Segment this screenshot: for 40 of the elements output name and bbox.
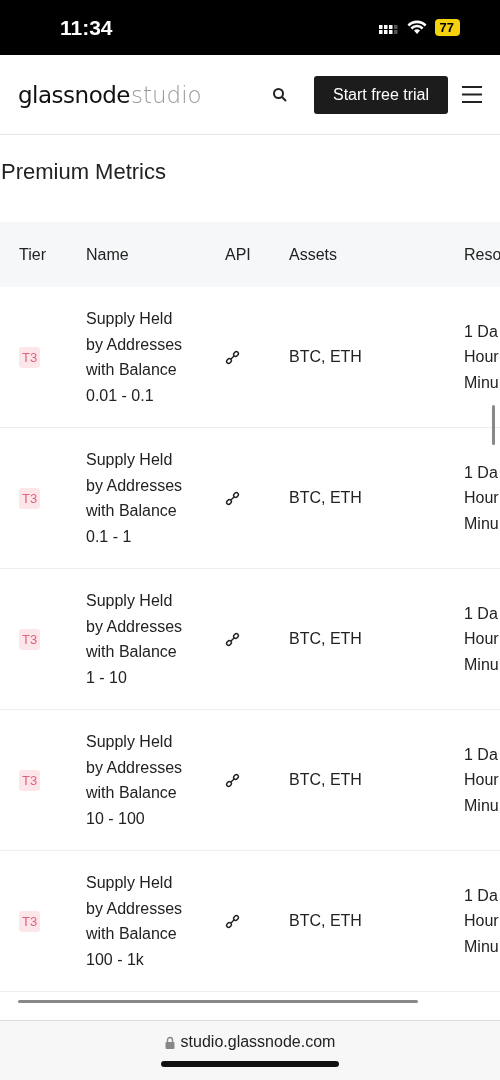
- tier-tag: T3: [19, 628, 41, 650]
- logo-subtitle: studio: [130, 81, 202, 108]
- tier-tag: T3: [19, 487, 41, 509]
- tier-tag: T3: [19, 346, 41, 368]
- resolution-cell-text: 1 Da Hour Minu: [464, 744, 500, 816]
- tier-tag: T3: [19, 769, 41, 791]
- column-header: Name: [86, 245, 130, 264]
- metric-name[interactable]: Supply Held by Addresses with Balance 1 - 10: [86, 588, 225, 690]
- link-icon[interactable]: [225, 349, 240, 365]
- column-header: Tier: [19, 245, 47, 264]
- column-header: Assets: [289, 245, 338, 264]
- wifi-icon: [406, 20, 427, 35]
- url-bar[interactable]: studio.glassnode.com: [164, 1033, 336, 1051]
- assets-cell-text: BTC, ETH: [289, 911, 363, 932]
- assets-cell-text: BTC, ETH: [289, 629, 363, 650]
- resolution-cell-text: 1 Da Hour Minu: [464, 321, 500, 393]
- metric-name[interactable]: Supply Held by Addresses with Balance 10 - 100: [86, 729, 225, 831]
- resolution-cell-text: 1 Da Hour Minu: [464, 462, 500, 534]
- assets-cell-text: BTC, ETH: [289, 770, 363, 791]
- logo-wordmark[interactable]: glassnode: [18, 81, 130, 108]
- page-title: Premium Metrics: [1, 159, 167, 186]
- assets-cell-text: BTC, ETH: [289, 488, 363, 509]
- battery-level: 77: [434, 19, 460, 36]
- metric-name[interactable]: Supply Held by Addresses with Balance 0.01 - 0.1: [86, 306, 225, 408]
- metric-name[interactable]: Supply Held by Addresses with Balance 100 - 1k: [86, 870, 225, 972]
- column-header: API: [225, 245, 252, 264]
- link-icon[interactable]: [225, 772, 240, 788]
- start-trial-button[interactable]: Start free trial: [313, 75, 448, 114]
- resolution-cell-text: 1 Da Hour Minu: [464, 885, 500, 957]
- search-icon[interactable]: [271, 86, 288, 103]
- column-header: Reso: [464, 245, 500, 264]
- link-icon[interactable]: [225, 913, 240, 929]
- metric-name[interactable]: Supply Held by Addresses with Balance 0.1 - 1: [86, 447, 225, 549]
- menu-icon[interactable]: [462, 86, 482, 103]
- tier-tag: T3: [19, 910, 41, 932]
- link-icon[interactable]: [225, 490, 240, 506]
- resolution-cell-text: 1 Da Hour Minu: [464, 603, 500, 675]
- link-icon[interactable]: [225, 631, 240, 647]
- clock: 11:34: [60, 15, 113, 40]
- assets-cell-text: BTC, ETH: [289, 347, 363, 368]
